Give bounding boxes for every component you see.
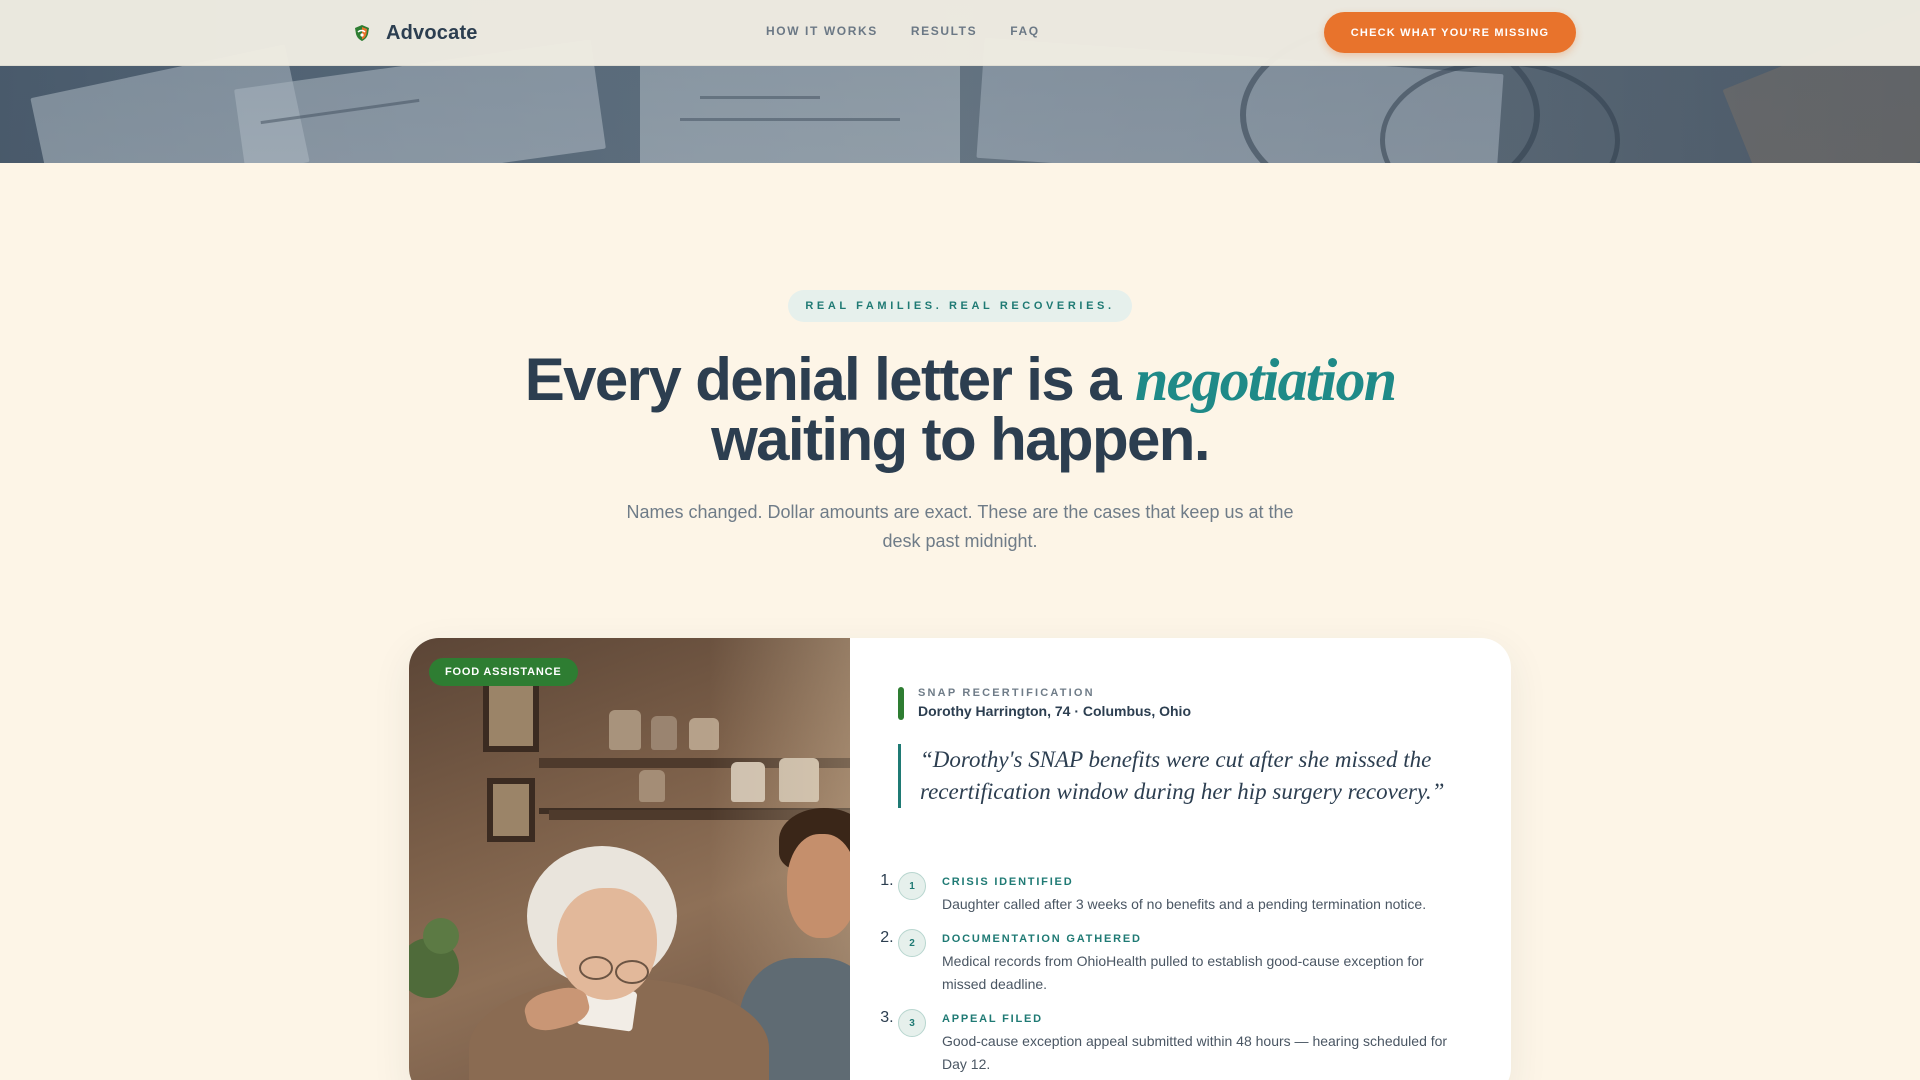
case-accent-bar <box>898 687 904 720</box>
case-quote: “Dorothy's SNAP benefits were cut after … <box>898 744 1458 808</box>
step-title: DOCUMENTATION GATHERED <box>942 933 1142 945</box>
primary-nav: HOW IT WORKS RESULTS FAQ <box>766 24 1040 38</box>
case-person-name: Dorothy Harrington, 74 · Columbus, Ohio <box>918 703 1191 719</box>
step-title: CRISIS IDENTIFIED <box>942 876 1074 888</box>
case-step: 2 DOCUMENTATION GATHERED Medical records… <box>898 929 1458 996</box>
shield-leaf-icon <box>355 25 369 41</box>
case-details: SNAP RECERTIFICATION Dorothy Harrington,… <box>898 638 1458 1080</box>
section-headline: Every denial letter is a negotiation wai… <box>0 350 1920 470</box>
step-number-badge: 3 <box>898 1009 926 1037</box>
headline-accent-word: negotiation <box>1135 347 1397 413</box>
brand-home-link[interactable]: Advocate <box>352 19 478 47</box>
brand-name: Advocate <box>386 21 478 44</box>
check-missing-cta-button[interactable]: CHECK WHAT YOU'RE MISSING <box>1324 12 1576 53</box>
headline-part-2: waiting to happen. <box>711 406 1210 473</box>
nav-link-results[interactable]: RESULTS <box>911 24 977 38</box>
case-type-label: SNAP RECERTIFICATION <box>918 687 1095 699</box>
top-navbar: Advocate HOW IT WORKS RESULTS FAQ CHECK … <box>0 0 1920 66</box>
headline-part-1: Every denial letter is a <box>524 346 1136 413</box>
section-eyebrow-pill: REAL FAMILIES. REAL RECOVERIES. <box>788 290 1132 322</box>
case-step: 1 CRISIS IDENTIFIED Daughter called afte… <box>898 872 1458 916</box>
step-title: APPEAL FILED <box>942 1013 1043 1025</box>
case-step: 3 APPEAL FILED Good-cause exception appe… <box>898 1009 1458 1076</box>
step-description: Medical records from OhioHealth pulled t… <box>942 953 1424 992</box>
step-description: Daughter called after 3 weeks of no bene… <box>942 896 1427 912</box>
case-study-card: FOOD ASSISTANCE SNAP RECERTIFICATION Dor… <box>409 638 1511 1080</box>
section-subhead: Names changed. Dollar amounts are exact.… <box>626 502 1294 551</box>
step-number-badge: 1 <box>898 872 926 900</box>
step-number-badge: 2 <box>898 929 926 957</box>
case-meta: SNAP RECERTIFICATION Dorothy Harrington,… <box>898 686 1191 720</box>
step-description: Good-cause exception appeal submitted wi… <box>942 1033 1448 1072</box>
category-badge: FOOD ASSISTANCE <box>429 658 578 686</box>
nav-link-how-it-works[interactable]: HOW IT WORKS <box>766 24 878 38</box>
nav-link-faq[interactable]: FAQ <box>1010 24 1039 38</box>
case-photo-grandmother-and-son: FOOD ASSISTANCE <box>409 638 850 1080</box>
